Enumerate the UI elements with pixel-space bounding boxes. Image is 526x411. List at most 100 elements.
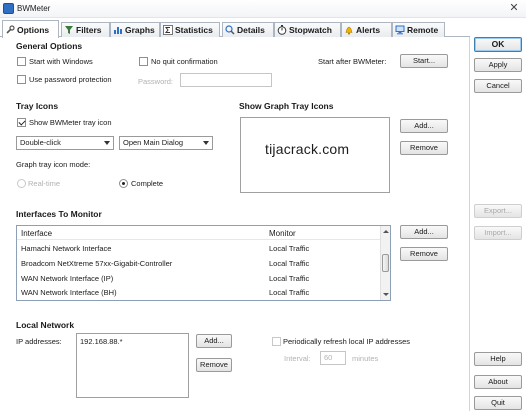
column-header-monitor[interactable]: Monitor (269, 229, 296, 238)
apply-button[interactable]: Apply (474, 58, 522, 72)
password-protection-label: Use password protection (29, 75, 112, 84)
interfaces-list[interactable]: Interface Monitor Hamachi Network Interf… (16, 225, 391, 301)
close-icon[interactable]: ✕ (506, 1, 522, 16)
tab-remote[interactable]: Remote (392, 22, 445, 37)
list-item[interactable]: 192.168.88.* (80, 337, 185, 346)
tab-label: Graphs (125, 25, 155, 35)
wrench-icon (6, 24, 15, 34)
tray-icons-heading: Tray Icons (16, 101, 59, 111)
options-panel (0, 37, 470, 411)
password-label: Password: (138, 77, 174, 86)
interface-name: WAN Network Interface (IP) (21, 274, 114, 283)
tab-label: Stopwatch (289, 25, 332, 35)
start-with-windows-label: Start with Windows (29, 57, 93, 66)
graph-tray-add-button[interactable]: Add... (400, 119, 448, 133)
list-header: Interface Monitor (17, 226, 381, 240)
interfaces-add-button[interactable]: Add... (400, 225, 448, 239)
interface-monitor: Local Traffic (269, 259, 310, 268)
mode-realtime-radio[interactable] (17, 179, 26, 188)
filter-icon (65, 26, 73, 34)
show-tray-icon-checkbox[interactable] (17, 118, 26, 127)
interface-name: Broadcom NetXtreme 57xx-Gigabit-Controll… (21, 259, 173, 268)
table-row[interactable]: WAN Network Interface (BH) Local Traffic (17, 285, 381, 299)
tab-bar: Options Filters Graphs Statistics Detail… (0, 20, 470, 38)
quit-button[interactable]: Quit (474, 396, 522, 410)
tab-label: Options (17, 24, 50, 35)
general-options-heading: General Options (16, 41, 83, 51)
tab-graphs[interactable]: Graphs (110, 22, 160, 37)
tab-stopwatch[interactable]: Stopwatch (274, 22, 341, 37)
window-title: BWMeter (17, 4, 51, 13)
tab-label: Remote (407, 25, 439, 35)
interfaces-heading: Interfaces To Monitor (16, 209, 102, 219)
help-button[interactable]: Help (474, 352, 522, 366)
tray-click-action-dropdown[interactable]: Double-click (16, 136, 114, 150)
tab-details[interactable]: Details (222, 22, 274, 37)
scroll-up-icon[interactable] (383, 230, 389, 233)
table-row[interactable]: Hamachi Network Interface Local Traffic (17, 241, 381, 255)
chevron-down-icon (203, 141, 209, 145)
scroll-thumb[interactable] (382, 254, 389, 272)
interval-field[interactable]: 60 (320, 351, 346, 365)
start-with-windows-checkbox[interactable] (17, 57, 26, 66)
ip-add-button[interactable]: Add... (196, 334, 232, 348)
interface-name: Hamachi Network Interface (21, 244, 112, 253)
interface-monitor: Local Traffic (269, 244, 310, 253)
import-button[interactable]: Import... (474, 226, 522, 240)
local-network-heading: Local Network (16, 320, 75, 330)
no-quit-confirmation-checkbox[interactable] (139, 57, 148, 66)
bwmeter-app-icon (3, 3, 14, 14)
interface-monitor: Local Traffic (269, 288, 310, 297)
ip-addresses-label: IP addresses: (16, 337, 62, 346)
interval-label: Interval: (284, 354, 311, 363)
mode-realtime-label: Real-time (28, 179, 61, 188)
chevron-down-icon (104, 141, 110, 145)
cancel-button[interactable]: Cancel (474, 79, 522, 93)
interface-monitor: Local Traffic (269, 274, 310, 283)
ok-button[interactable]: OK (474, 37, 522, 52)
show-tray-icon-label: Show BWMeter tray icon (29, 118, 112, 127)
refresh-ip-label: Periodically refresh local IP addresses (283, 337, 411, 346)
export-button[interactable]: Export... (474, 204, 522, 218)
mode-complete-label: Complete (131, 179, 164, 188)
tab-label: Statistics (175, 25, 213, 35)
tab-label: Alerts (356, 25, 381, 35)
remote-icon (395, 25, 405, 35)
interval-unit-label: minutes (352, 354, 379, 363)
sigma-icon (163, 25, 173, 35)
interface-name: WAN Network Interface (BH) (21, 288, 117, 297)
tab-options[interactable]: Options (2, 20, 59, 38)
bell-icon (345, 26, 353, 35)
table-row[interactable]: WAN Network Interface (IP) Local Traffic (17, 271, 381, 285)
password-field[interactable] (180, 73, 272, 87)
no-quit-confirmation-label: No quit confirmation (151, 57, 218, 66)
graph-tray-heading: Show Graph Tray Icons (239, 101, 334, 111)
tab-filters[interactable]: Filters (61, 22, 110, 37)
watermark-text: tijacrack.com (265, 141, 350, 157)
column-header-interface[interactable]: Interface (21, 229, 52, 238)
start-after-button[interactable]: Start... (400, 54, 448, 68)
tray-click-result-value: Open Main Dialog (123, 138, 184, 147)
graph-icon (114, 27, 122, 34)
scroll-down-icon[interactable] (383, 293, 389, 296)
interfaces-remove-button[interactable]: Remove (400, 247, 448, 261)
interfaces-scrollbar[interactable] (380, 226, 390, 300)
magnifier-icon (225, 25, 235, 35)
table-row[interactable]: Broadcom NetXtreme 57xx-Gigabit-Controll… (17, 256, 381, 270)
tab-label: Filters (76, 25, 102, 35)
tray-mode-label: Graph tray icon mode: (16, 160, 91, 169)
stopwatch-icon (277, 25, 287, 35)
ip-remove-button[interactable]: Remove (196, 358, 232, 372)
mode-complete-radio[interactable] (119, 179, 128, 188)
tab-alerts[interactable]: Alerts (341, 22, 392, 37)
graph-tray-remove-button[interactable]: Remove (400, 141, 448, 155)
password-protection-checkbox[interactable] (17, 75, 26, 84)
tab-label: Details (237, 25, 265, 35)
tab-statistics[interactable]: Statistics (160, 22, 220, 37)
tray-click-action-value: Double-click (20, 138, 61, 147)
ip-addresses-list[interactable]: 192.168.88.* (76, 333, 189, 398)
about-button[interactable]: About (474, 375, 522, 389)
tray-click-result-dropdown[interactable]: Open Main Dialog (119, 136, 213, 150)
start-after-label: Start after BWMeter: (318, 57, 387, 66)
refresh-ip-checkbox[interactable] (272, 337, 281, 346)
